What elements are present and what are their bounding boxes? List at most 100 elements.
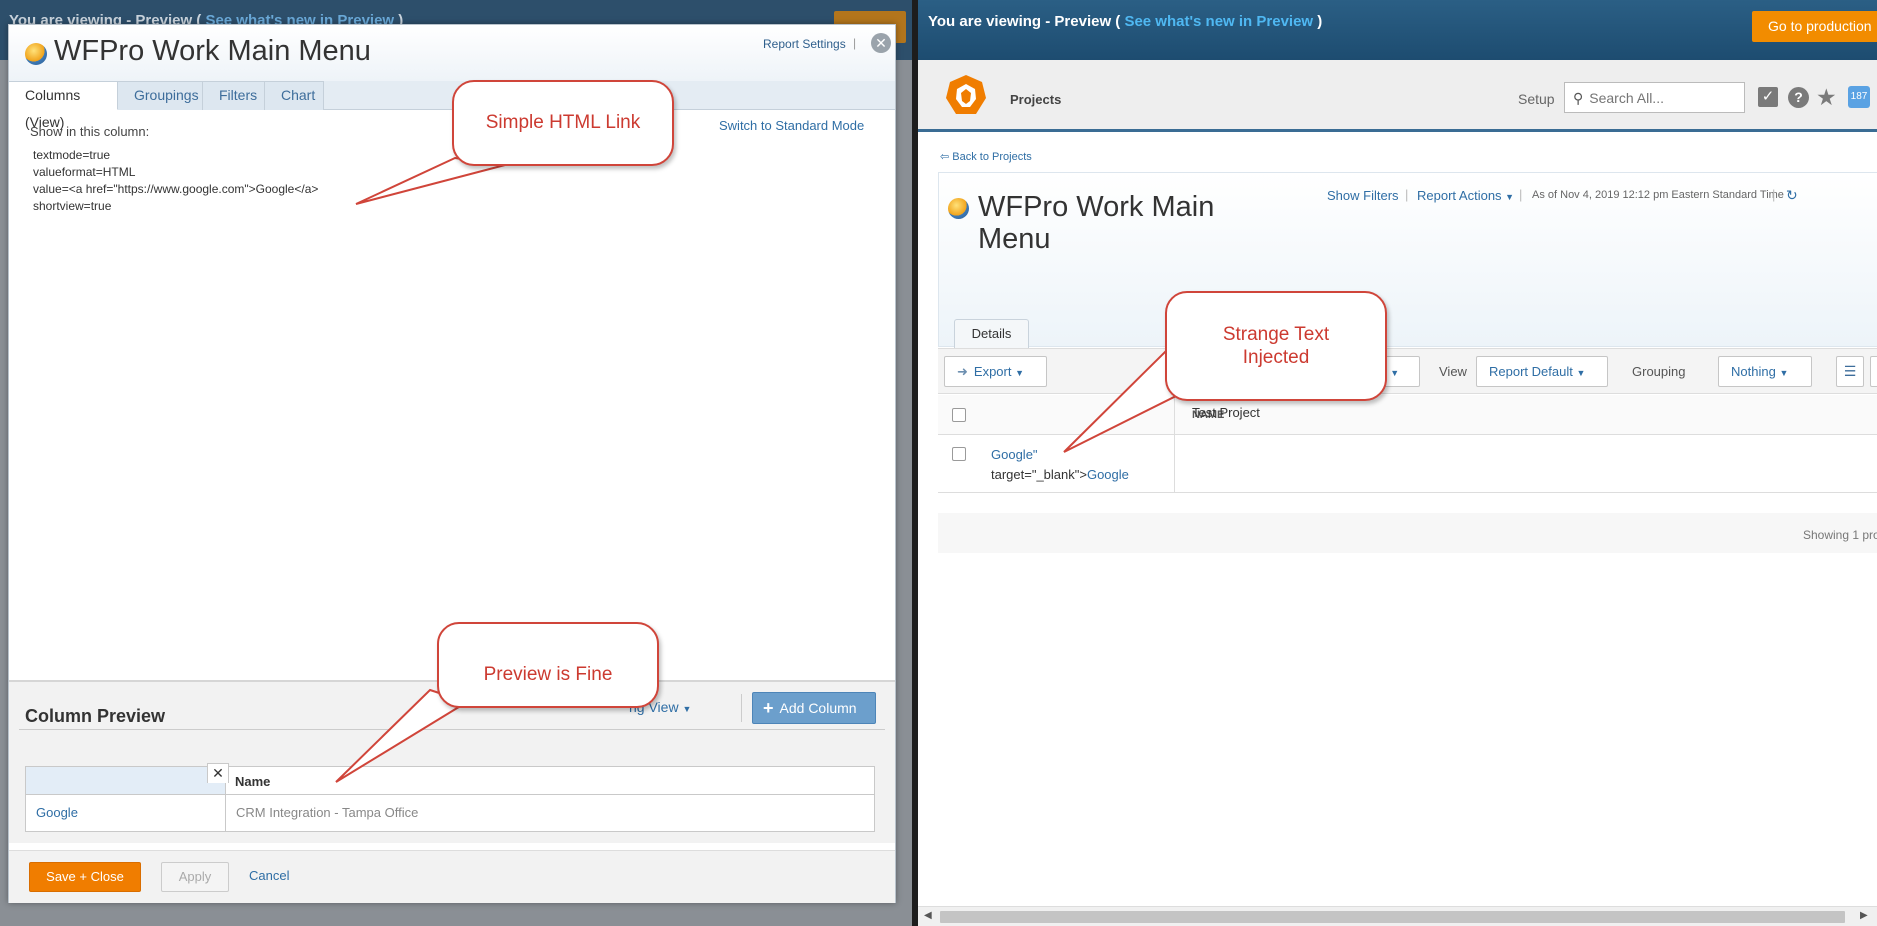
caret-down-icon: ▼ (1390, 368, 1400, 378)
preview-name-cell: CRM Integration - Tampa Office (236, 805, 419, 820)
search-box[interactable]: ⚲ (1564, 82, 1745, 113)
view-dropdown-label: Report Default (1489, 364, 1573, 379)
as-of-timestamp: As of Nov 4, 2019 12:12 pm Eastern Stand… (1532, 189, 1784, 201)
scrollbar-thumb[interactable] (940, 911, 1845, 923)
banner-text: You are viewing - Preview ( See what's n… (928, 13, 1322, 30)
report-actions-dropdown[interactable]: Report Actions ▼ (1417, 188, 1514, 203)
search-input[interactable] (1587, 89, 1718, 107)
preview-table: Name Google CRM Integration - Tampa Offi… (25, 766, 875, 832)
add-column-label: Add Column (779, 700, 857, 716)
column-def-line: shortview=true (33, 199, 112, 213)
go-to-production-button[interactable]: Go to production (1752, 11, 1877, 42)
back-to-projects-link[interactable]: ⇦ Back to Projects (940, 150, 1032, 163)
remove-column-icon[interactable]: ✕ (207, 763, 229, 783)
column-def-line: value=<a href="https://www.google.com">G… (33, 182, 319, 196)
preview-column-header-selected[interactable] (26, 767, 226, 795)
tab-chart[interactable]: Chart (265, 81, 324, 110)
injected-link-text[interactable]: Google" target="_blank">Google (991, 445, 1161, 485)
save-close-button[interactable]: Save + Close (29, 862, 141, 892)
nav-projects[interactable]: Projects (1010, 92, 1061, 107)
header-separator: | (1772, 187, 1776, 202)
plus-icon: + (763, 698, 774, 718)
row-name-label: Test Project (1192, 405, 1260, 420)
group-rows-icon[interactable]: ☰ (1836, 356, 1864, 387)
scroll-right-icon[interactable]: ▶ (1860, 910, 1868, 921)
export-arrow-icon: ➜ (957, 364, 968, 379)
report-toolbar: ➜Export ▼ fault ▼ View Report Default ▼ … (938, 348, 1877, 394)
callout-preview-fine: Preview is Fine (437, 622, 659, 708)
grouping-dropdown[interactable]: Nothing ▼ (1718, 356, 1812, 387)
row-name-cell: Test Project (1192, 405, 1260, 420)
tab-details[interactable]: Details (954, 319, 1029, 348)
search-icon[interactable]: ⚲ (1573, 90, 1583, 107)
help-icon[interactable]: ? (1788, 87, 1809, 108)
callout-text: Simple HTML Link (485, 112, 641, 133)
grouping-label: Grouping (1632, 364, 1686, 379)
report-logo-icon (948, 198, 969, 219)
name-column-header[interactable]: NAME (1175, 395, 1877, 435)
column-def-line: valueformat=HTML (33, 165, 136, 179)
export-label: Export (973, 364, 1012, 379)
report-grid: NAME Google" target="_blank">Google Test … (938, 395, 1877, 493)
nav-setup[interactable]: Setup (1518, 91, 1555, 107)
switch-standard-mode-link[interactable]: Switch to Standard Mode (719, 118, 864, 133)
preview-banner: You are viewing - Preview ( See what's n… (918, 0, 1877, 60)
column-preview-title: Column Preview (25, 706, 166, 726)
modal-footer: Save + Close Apply Cancel (9, 850, 895, 903)
caret-down-icon: ▼ (1015, 368, 1025, 378)
scroll-left-icon[interactable]: ◀ (924, 910, 932, 921)
apply-button[interactable]: Apply (161, 862, 229, 892)
add-column-button[interactable]: + Add Column (752, 692, 876, 724)
app-navbar: Projects Setup ⚲ ✓ ? ★ 187 (918, 60, 1877, 132)
select-header-cell (938, 395, 1175, 435)
preview-column-header-name: Name (226, 767, 874, 795)
preview-link-cell[interactable]: Google (26, 795, 226, 831)
callout-strange-text: Strange Text Injected (1165, 291, 1387, 401)
column-def-line: textmode=true (33, 148, 111, 162)
modal-header: WFPro Work Main Menu Report Settings | ✕ (9, 25, 895, 81)
tab-groupings[interactable]: Groupings (118, 81, 203, 110)
cancel-link[interactable]: Cancel (249, 868, 289, 883)
banner-suffix: ) (1313, 13, 1323, 30)
view-label: View (1439, 364, 1467, 379)
link-fragment-3[interactable]: Google (1087, 467, 1129, 482)
callout-text: Preview is Fine (483, 664, 613, 685)
tab-filters[interactable]: Filters (203, 81, 265, 110)
select-all-checkbox[interactable] (952, 408, 966, 422)
show-in-column-label: Show in this column: (30, 124, 150, 139)
favorites-star-icon[interactable]: ★ (1816, 84, 1837, 111)
report-settings-link[interactable]: Report Settings (763, 37, 846, 51)
tasks-check-icon[interactable]: ✓ (1758, 87, 1778, 107)
back-link-label: Back to Projects (952, 151, 1032, 163)
report-title: WFPro Work Main Menu (978, 191, 1215, 255)
back-arrow-icon: ⇦ (940, 151, 953, 163)
export-button[interactable]: ➜ Export ▼ (944, 356, 1047, 387)
refresh-icon[interactable]: ↻ (1786, 187, 1798, 204)
column-definition-text[interactable]: textmode=true valueformat=HTML value=<a … (33, 147, 318, 215)
view-dropdown[interactable]: Report Default ▼ (1476, 356, 1608, 387)
banner-prefix: You are viewing - Preview ( (928, 13, 1125, 30)
horizontal-scrollbar[interactable]: ◀ ▶ (918, 906, 1877, 926)
caret-down-icon: ▼ (1576, 368, 1586, 378)
report-editor-modal: WFPro Work Main Menu Report Settings | ✕… (8, 24, 896, 903)
lion-logo-icon[interactable] (944, 74, 988, 118)
row-checkbox[interactable] (952, 447, 966, 461)
caret-down-icon: ▼ (1505, 192, 1515, 202)
close-icon[interactable]: ✕ (871, 33, 891, 53)
link-fragment-1[interactable]: Google" (991, 447, 1038, 462)
whats-new-link[interactable]: See what's new in Preview (1124, 13, 1313, 30)
showing-count: Showing 1 project (1803, 528, 1877, 542)
callout-text: Strange Text (1222, 324, 1330, 345)
report-header: WFPro Work Main Menu Show Filters | Repo… (938, 172, 1877, 348)
row-link-cell: Google" target="_blank">Google (938, 435, 1175, 493)
filter-icon[interactable]: ⛉ (1870, 356, 1877, 387)
preview-toolbar-separator (741, 694, 742, 722)
right-window: You are viewing - Preview ( See what's n… (918, 0, 1877, 926)
grouping-dropdown-label: Nothing (1731, 364, 1776, 379)
header-separator: | (1519, 187, 1523, 202)
tab-columns-view[interactable]: Columns (View) (9, 81, 118, 130)
preview-divider (19, 729, 885, 730)
report-actions-label: Report Actions (1417, 188, 1502, 203)
notification-badge[interactable]: 187 (1848, 86, 1870, 108)
show-filters-link[interactable]: Show Filters (1327, 188, 1399, 203)
